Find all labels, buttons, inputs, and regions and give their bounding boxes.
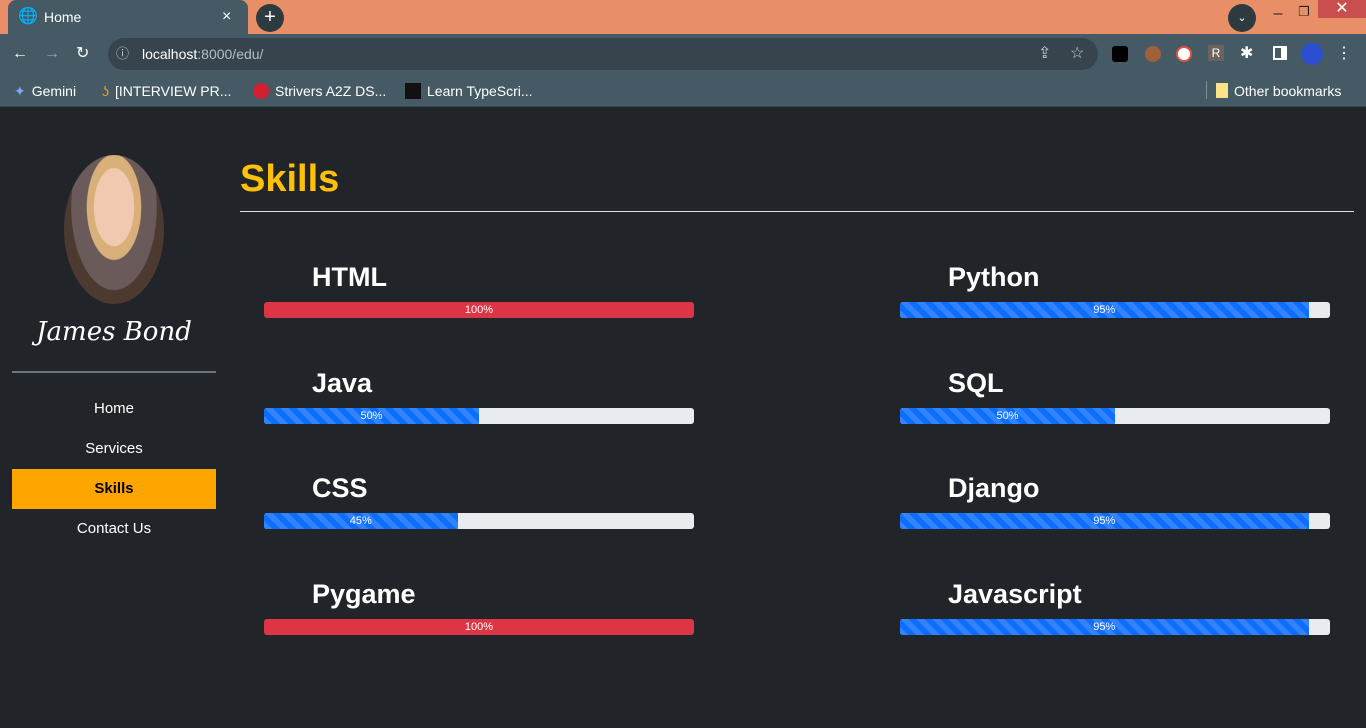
- divider: [12, 371, 216, 373]
- extension-cookie-icon[interactable]: [1145, 46, 1161, 62]
- skill-progress-fill: 95%: [900, 302, 1309, 318]
- tuf-icon: [253, 82, 269, 99]
- skill-name: Javascript: [948, 579, 1082, 609]
- tab-search-button[interactable]: ⌄: [1228, 4, 1256, 32]
- typescript-icon: [405, 82, 421, 99]
- back-icon[interactable]: ←: [12, 44, 28, 64]
- browser-toolbar: ← → ↻ ⓘ localhost:8000/edu/ ⇪ ☆ R ✱ ⋮: [0, 34, 1366, 74]
- skill-progress-fill: 50%: [900, 408, 1115, 424]
- title-divider: [240, 211, 1354, 212]
- profile-avatar[interactable]: [1301, 43, 1323, 65]
- share-icon[interactable]: ⇪: [1038, 44, 1051, 64]
- bookmark-star-icon[interactable]: ☆: [1070, 44, 1084, 64]
- nav-skills[interactable]: Skills: [12, 469, 216, 509]
- menu-kebab-icon[interactable]: ⋮: [1336, 44, 1352, 64]
- skill-progress-bar: 50%: [264, 408, 694, 424]
- nav-services[interactable]: Services: [12, 429, 216, 469]
- bookmark-label: Learn TypeScri...: [427, 82, 533, 99]
- skill-progress-bar: 100%: [264, 302, 694, 318]
- leetcode-icon: ʖ: [102, 82, 109, 99]
- bookmark-label: [INTERVIEW PR...: [115, 82, 232, 99]
- nav-home[interactable]: Home: [12, 389, 216, 429]
- extension-r-icon[interactable]: R: [1208, 45, 1224, 61]
- bookmark-label: Gemini: [31, 82, 77, 99]
- new-tab-button[interactable]: +: [256, 4, 284, 32]
- divider: [1206, 81, 1207, 99]
- skill-progress-fill: 95%: [900, 619, 1309, 635]
- folder-icon: [1216, 83, 1228, 98]
- tab-home[interactable]: 🌐 Home ×: [8, 0, 248, 34]
- page-title: Skills: [240, 158, 340, 200]
- skill-name: HTML: [312, 262, 387, 292]
- bookmark-interview[interactable]: ʖ [INTERVIEW PR...: [102, 74, 231, 107]
- url-path: :8000/edu/: [197, 46, 264, 62]
- skill-name: SQL: [948, 368, 1004, 398]
- skill-progress-bar: 95%: [900, 302, 1330, 318]
- skill-progress-bar: 95%: [900, 619, 1330, 635]
- reload-icon[interactable]: ↻: [76, 44, 89, 64]
- skill-progress-fill: 95%: [900, 513, 1309, 529]
- bookmark-typescript[interactable]: Learn TypeScri...: [405, 74, 533, 107]
- tab-strip: 🌐 Home × + ⌄ – ❐ ✕: [0, 0, 1366, 34]
- skill-name: Pygame: [312, 579, 416, 609]
- skill-name: Java: [312, 368, 373, 398]
- profile-photo: [64, 155, 164, 304]
- side-panel-icon[interactable]: [1273, 46, 1287, 60]
- bookmark-label: Strivers A2Z DS...: [275, 82, 387, 99]
- skill-progress-bar: 50%: [900, 408, 1330, 424]
- skill-progress-fill: 100%: [264, 619, 694, 635]
- url-host: localhost: [142, 46, 198, 62]
- skill-name: Django: [948, 473, 1040, 503]
- extension-clock-icon[interactable]: [1176, 46, 1192, 62]
- skill-progress-fill: 45%: [264, 513, 458, 529]
- restore-button[interactable]: ❐: [1292, 2, 1316, 22]
- skill-progress-bar: 100%: [264, 619, 694, 635]
- close-tab-icon[interactable]: ×: [222, 7, 231, 27]
- tab-title: Home: [44, 9, 82, 25]
- bookmark-gemini[interactable]: ✦ Gemini: [14, 74, 76, 107]
- gemini-icon: ✦: [14, 82, 26, 99]
- bookmark-strivers[interactable]: Strivers A2Z DS...: [253, 74, 386, 107]
- skill-progress-fill: 50%: [264, 408, 479, 424]
- bookmarks-bar: ✦ Gemini ʖ [INTERVIEW PR... Strivers A2Z D…: [0, 74, 1366, 107]
- minimize-button[interactable]: –: [1266, 4, 1290, 24]
- bookmark-label: Other bookmarks: [1234, 82, 1342, 99]
- skill-progress-bar: 45%: [264, 513, 694, 529]
- extensions-puzzle-icon[interactable]: ✱: [1240, 44, 1253, 64]
- skill-name: Python: [948, 262, 1040, 292]
- forward-icon[interactable]: →: [44, 44, 60, 64]
- info-icon: ⓘ: [116, 46, 130, 61]
- globe-icon: 🌐: [18, 8, 38, 25]
- extension-play-icon[interactable]: [1112, 46, 1128, 62]
- skill-progress-fill: 100%: [264, 302, 694, 318]
- address-bar[interactable]: ⓘ localhost:8000/edu/ ⇪ ☆: [108, 38, 1098, 70]
- skill-progress-bar: 95%: [900, 513, 1330, 529]
- profile-name: James Bond: [36, 317, 192, 347]
- other-bookmarks[interactable]: Other bookmarks: [1216, 74, 1341, 107]
- close-window-button[interactable]: ✕: [1318, 0, 1366, 18]
- skill-name: CSS: [312, 473, 368, 503]
- nav-contact-us[interactable]: Contact Us: [12, 509, 216, 549]
